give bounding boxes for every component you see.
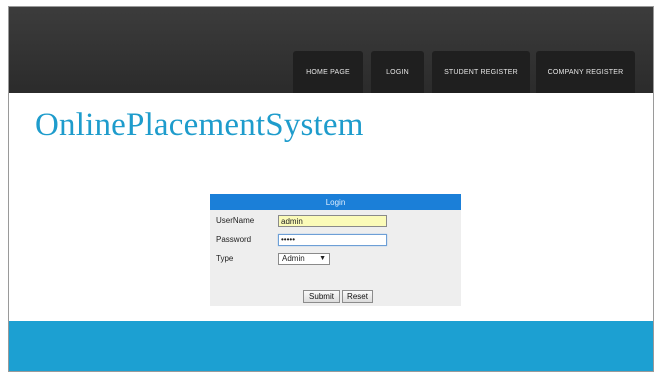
login-header: Login — [210, 194, 461, 210]
nav-login[interactable]: LOGIN — [371, 51, 424, 93]
site-title: OnlinePlacementSystem — [35, 107, 364, 143]
browser-page: HOME PAGE LOGIN STUDENT REGISTER COMPANY… — [8, 6, 654, 372]
footer-bar — [9, 321, 653, 371]
reset-button[interactable]: Reset — [342, 290, 373, 303]
password-label: Password — [216, 235, 252, 244]
login-form: Login UserName Password ••••• Type Admin… — [210, 194, 461, 306]
nav-student-register[interactable]: STUDENT REGISTER — [432, 51, 530, 93]
username-input[interactable] — [278, 215, 387, 227]
type-selected-value: Admin — [282, 254, 305, 263]
password-input[interactable]: ••••• — [278, 234, 387, 246]
nav-company-register[interactable]: COMPANY REGISTER — [536, 51, 635, 93]
type-select[interactable]: Admin ▼ — [278, 253, 330, 265]
type-label: Type — [216, 254, 234, 263]
username-label: UserName — [216, 216, 255, 225]
password-mask: ••••• — [281, 235, 296, 244]
top-navigation-bar: HOME PAGE LOGIN STUDENT REGISTER COMPANY… — [9, 7, 653, 93]
dropdown-arrow-icon: ▼ — [319, 255, 326, 262]
nav-home-page[interactable]: HOME PAGE — [293, 51, 363, 93]
submit-button[interactable]: Submit — [303, 290, 340, 303]
